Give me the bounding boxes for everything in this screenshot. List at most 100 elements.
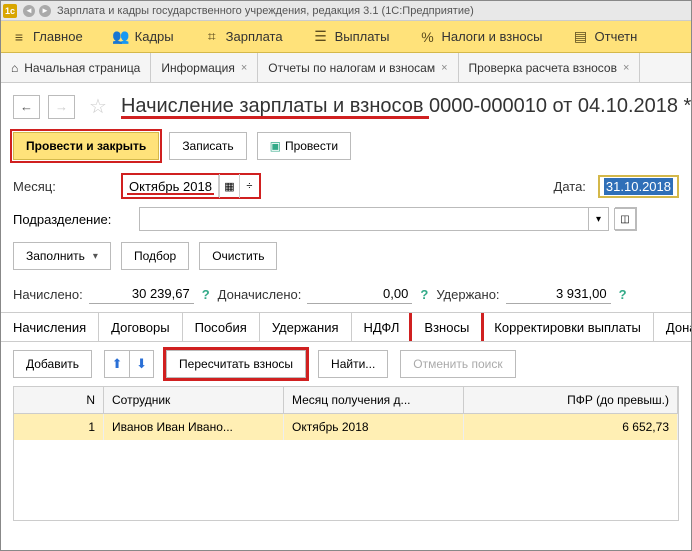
post-and-close-button[interactable]: Провести и закрыть — [13, 132, 159, 160]
accrued-value: 30 239,67 — [89, 284, 194, 304]
report-icon: ▤ — [573, 29, 589, 45]
month-value: Октябрь 2018 — [123, 175, 219, 197]
post-icon: ▣ — [270, 139, 281, 153]
wallet-icon: ☰ — [313, 29, 329, 45]
post-button-label: Провести — [285, 139, 338, 153]
calendar-icon[interactable]: ▦ — [219, 174, 239, 198]
inner-tabs: Начисления Договоры Пособия Удержания НД… — [1, 312, 691, 342]
select-button[interactable]: Подбор — [121, 242, 189, 270]
col-employee[interactable]: Сотрудник — [104, 387, 284, 413]
additional-value: 0,00 — [307, 284, 412, 304]
tab-info-label: Информация — [161, 61, 234, 75]
month-picker[interactable]: Октябрь 2018 ▦ ÷ — [121, 173, 261, 199]
close-icon[interactable]: × — [623, 62, 629, 74]
fill-button[interactable]: Заполнить — [13, 242, 111, 270]
move-down-icon[interactable]: ⬇ — [129, 351, 153, 377]
department-value[interactable] — [140, 208, 588, 230]
department-label: Подразделение: — [13, 212, 133, 227]
tab-benefits[interactable]: Пособия — [183, 313, 260, 341]
menu-home-icon: ≡ — [11, 29, 27, 45]
tab-contracts[interactable]: Договоры — [99, 313, 182, 341]
menu-home-label: Главное — [33, 29, 83, 44]
col-month[interactable]: Месяц получения д... — [284, 387, 464, 413]
contributions-grid: N Сотрудник Месяц получения д... ПФР (до… — [13, 386, 679, 521]
date-field[interactable]: 31.10.2018 — [598, 175, 679, 198]
help-icon[interactable]: ? — [420, 287, 428, 302]
menu-nalogi-label: Налоги и взносы — [441, 29, 542, 44]
menu-vyplaty[interactable]: ☰ Выплаты — [313, 29, 390, 45]
cancel-find-button[interactable]: Отменить поиск — [400, 350, 515, 378]
tab-deductions[interactable]: Удержания — [260, 313, 352, 341]
month-label: Месяц: — [13, 179, 113, 194]
date-value: 31.10.2018 — [604, 178, 673, 195]
nav-back-button[interactable]: ← — [13, 95, 40, 119]
people-icon: 👥 — [113, 29, 129, 45]
menu-home[interactable]: ≡ Главное — [11, 29, 83, 45]
withheld-value: 3 931,00 — [506, 284, 611, 304]
tab-reports[interactable]: Отчеты по налогам и взносам × — [258, 53, 458, 82]
tab-reports-label: Отчеты по налогам и взносам — [268, 61, 435, 75]
grid-header: N Сотрудник Месяц получения д... ПФР (до… — [14, 387, 678, 414]
dropdown-icon[interactable]: ▾ — [588, 208, 608, 230]
menu-zarplata[interactable]: ⌗ Зарплата — [204, 29, 283, 45]
save-button[interactable]: Записать — [169, 132, 246, 160]
percent-icon: % — [419, 29, 435, 45]
add-button[interactable]: Добавить — [13, 350, 92, 378]
date-label: Дата: — [554, 179, 586, 194]
close-icon[interactable]: × — [241, 62, 247, 74]
accrued-label: Начислено: — [13, 287, 83, 302]
help-icon[interactable]: ? — [202, 287, 210, 302]
document-title-name: Начисление зарплаты и взносов — [121, 95, 424, 117]
favorite-star-icon[interactable]: ☆ — [83, 93, 113, 120]
cell-pfr: 6 652,73 — [464, 414, 678, 440]
menu-kadry-label: Кадры — [135, 29, 174, 44]
tab-info[interactable]: Информация × — [151, 53, 258, 82]
help-icon[interactable]: ? — [619, 287, 627, 302]
tab-ndfl[interactable]: НДФЛ — [352, 313, 413, 341]
tab-vznosy[interactable]: Взносы — [412, 313, 482, 341]
grid-blank-area — [14, 440, 678, 520]
cell-employee: Иванов Иван Ивано... — [104, 414, 284, 440]
col-pfr[interactable]: ПФР (до превыш.) — [464, 387, 678, 413]
tab-start-label: Начальная страница — [24, 61, 140, 75]
move-row-buttons: ⬆ ⬇ — [104, 350, 154, 378]
table-row[interactable]: 1 Иванов Иван Ивано... Октябрь 2018 6 65… — [14, 414, 678, 440]
tab-check[interactable]: Проверка расчета взносов × — [459, 53, 641, 82]
calculator-icon: ⌗ — [204, 29, 220, 45]
main-menu: ≡ Главное 👥 Кадры ⌗ Зарплата ☰ Выплаты %… — [1, 21, 691, 53]
nav-back-circle-icon[interactable]: ◄ — [23, 5, 35, 17]
menu-kadry[interactable]: 👥 Кадры — [113, 29, 174, 45]
clear-button[interactable]: Очистить — [199, 242, 277, 270]
menu-zarplata-label: Зарплата — [226, 29, 283, 44]
close-icon[interactable]: × — [441, 62, 447, 74]
tab-accruals[interactable]: Начисления — [1, 313, 99, 341]
cell-month: Октябрь 2018 — [284, 414, 464, 440]
tab-start[interactable]: ⌂ Начальная страница — [1, 53, 151, 82]
nav-fwd-circle-icon[interactable]: ► — [39, 5, 51, 17]
tab-check-label: Проверка расчета взносов — [469, 61, 617, 75]
withheld-label: Удержано: — [436, 287, 499, 302]
window-title: Зарплата и кадры государственного учрежд… — [57, 5, 474, 17]
tab-corrections[interactable]: Корректировки выплаты — [482, 313, 654, 341]
move-up-icon[interactable]: ⬆ — [105, 351, 129, 377]
app-logo-icon: 1с — [3, 4, 17, 18]
nav-forward-button[interactable]: → — [48, 95, 75, 119]
home-icon: ⌂ — [11, 61, 18, 75]
menu-nalogi[interactable]: % Налоги и взносы — [419, 29, 542, 45]
menu-otchet-label: Отчетн — [595, 29, 638, 44]
post-button[interactable]: ▣ Провести — [257, 132, 351, 160]
department-input[interactable]: ▾ — [139, 207, 609, 231]
find-button[interactable]: Найти... — [318, 350, 388, 378]
tab-donach[interactable]: Донач — [654, 313, 691, 341]
menu-otchet[interactable]: ▤ Отчетн — [573, 29, 638, 45]
document-title-suffix: 0000-000010 от 04.10.2018 * — [429, 95, 691, 117]
open-dialog-icon[interactable]: ◫ — [614, 208, 636, 230]
menu-vyplaty-label: Выплаты — [335, 29, 390, 44]
col-n[interactable]: N — [14, 387, 104, 413]
document-title: Начисление зарплаты и взносов 0000-00001… — [121, 95, 691, 118]
open-tabs-bar: ⌂ Начальная страница Информация × Отчеты… — [1, 53, 691, 83]
cell-n: 1 — [14, 414, 104, 440]
recalculate-contributions-button[interactable]: Пересчитать взносы — [166, 350, 306, 378]
month-stepper[interactable]: ÷ — [239, 174, 259, 198]
additional-label: Доначислено: — [218, 287, 302, 302]
